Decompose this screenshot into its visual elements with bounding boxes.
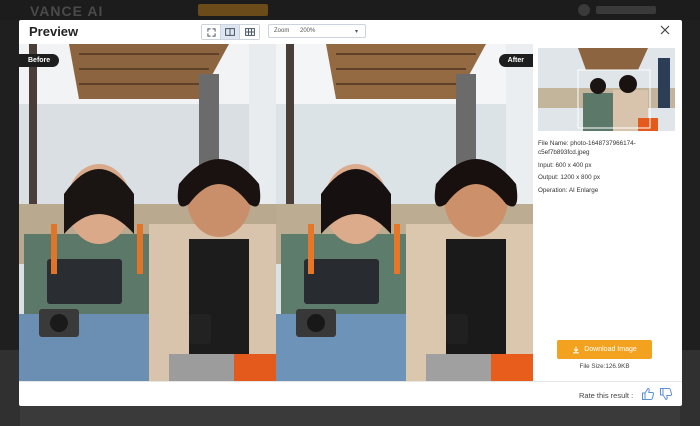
grid-view-icon bbox=[244, 28, 255, 36]
after-photo bbox=[276, 44, 533, 381]
backdrop-button bbox=[198, 4, 268, 16]
download-label: Download Image bbox=[584, 346, 637, 353]
preview-modal: Preview Zoom 200% ▾ Before After File Na… bbox=[19, 20, 682, 406]
input-size-key: Input: bbox=[538, 161, 554, 169]
input-size-value: 600 x 400 px bbox=[555, 161, 592, 169]
backdrop-logo: VANCE AI bbox=[30, 3, 104, 19]
input-size-row: Input: 600 x 400 px bbox=[538, 162, 675, 171]
after-label: After bbox=[498, 54, 533, 67]
after-image-panel[interactable]: After bbox=[276, 44, 533, 381]
thumbs-up-icon bbox=[642, 387, 655, 400]
file-name-key: File Name: bbox=[538, 140, 569, 147]
rate-label: Rate this result : bbox=[579, 391, 634, 400]
backdrop-topbar: VANCE AI bbox=[0, 0, 700, 20]
file-size: File Size:126.9KB bbox=[579, 363, 630, 370]
view-mode-group bbox=[201, 24, 260, 40]
output-size-row: Output: 1200 x 800 px bbox=[538, 174, 675, 183]
file-info: File Name: photo-1648737966174-c5ef7b893… bbox=[538, 140, 675, 200]
zoom-select[interactable]: Zoom 200% ▾ bbox=[268, 24, 366, 38]
thumbs-up-button[interactable] bbox=[641, 387, 655, 401]
thumbnail-photo bbox=[538, 48, 675, 131]
file-name-row: File Name: photo-1648737966174-c5ef7b893… bbox=[538, 140, 675, 158]
split-view-button[interactable] bbox=[221, 25, 240, 39]
backdrop-footer bbox=[20, 406, 680, 426]
modal-title: Preview bbox=[29, 24, 79, 39]
split-view-icon bbox=[225, 28, 235, 36]
thumbs-down-button[interactable] bbox=[659, 387, 673, 401]
preview-thumbnail[interactable] bbox=[538, 48, 675, 131]
modal-header: Preview Zoom 200% ▾ bbox=[19, 20, 682, 44]
chevron-down-icon: ▾ bbox=[355, 28, 359, 35]
download-icon bbox=[573, 346, 580, 353]
zoom-label: Zoom bbox=[274, 28, 290, 34]
before-photo bbox=[19, 44, 276, 381]
side-by-side-view-button[interactable] bbox=[240, 25, 259, 39]
output-size-key: Output: bbox=[538, 174, 559, 182]
close-button[interactable] bbox=[659, 24, 671, 36]
zoom-value: 200% bbox=[300, 28, 316, 34]
backdrop-avatar bbox=[578, 4, 590, 16]
operation-key: Operation: bbox=[538, 187, 568, 195]
expand-icon bbox=[206, 27, 216, 37]
thumbs-down-icon bbox=[660, 388, 673, 401]
download-image-button[interactable]: Download Image bbox=[557, 340, 652, 359]
backdrop-user-name bbox=[596, 6, 656, 14]
fullscreen-view-button[interactable] bbox=[202, 25, 221, 39]
operation-value: AI Enlarge bbox=[568, 187, 599, 195]
close-icon bbox=[660, 25, 670, 35]
output-size-value: 1200 x 800 px bbox=[560, 174, 600, 182]
operation-row: Operation: AI Enlarge bbox=[538, 187, 675, 196]
before-image-panel[interactable]: Before bbox=[19, 44, 276, 381]
modal-footer: Rate this result : bbox=[19, 381, 682, 406]
before-label: Before bbox=[19, 54, 60, 67]
